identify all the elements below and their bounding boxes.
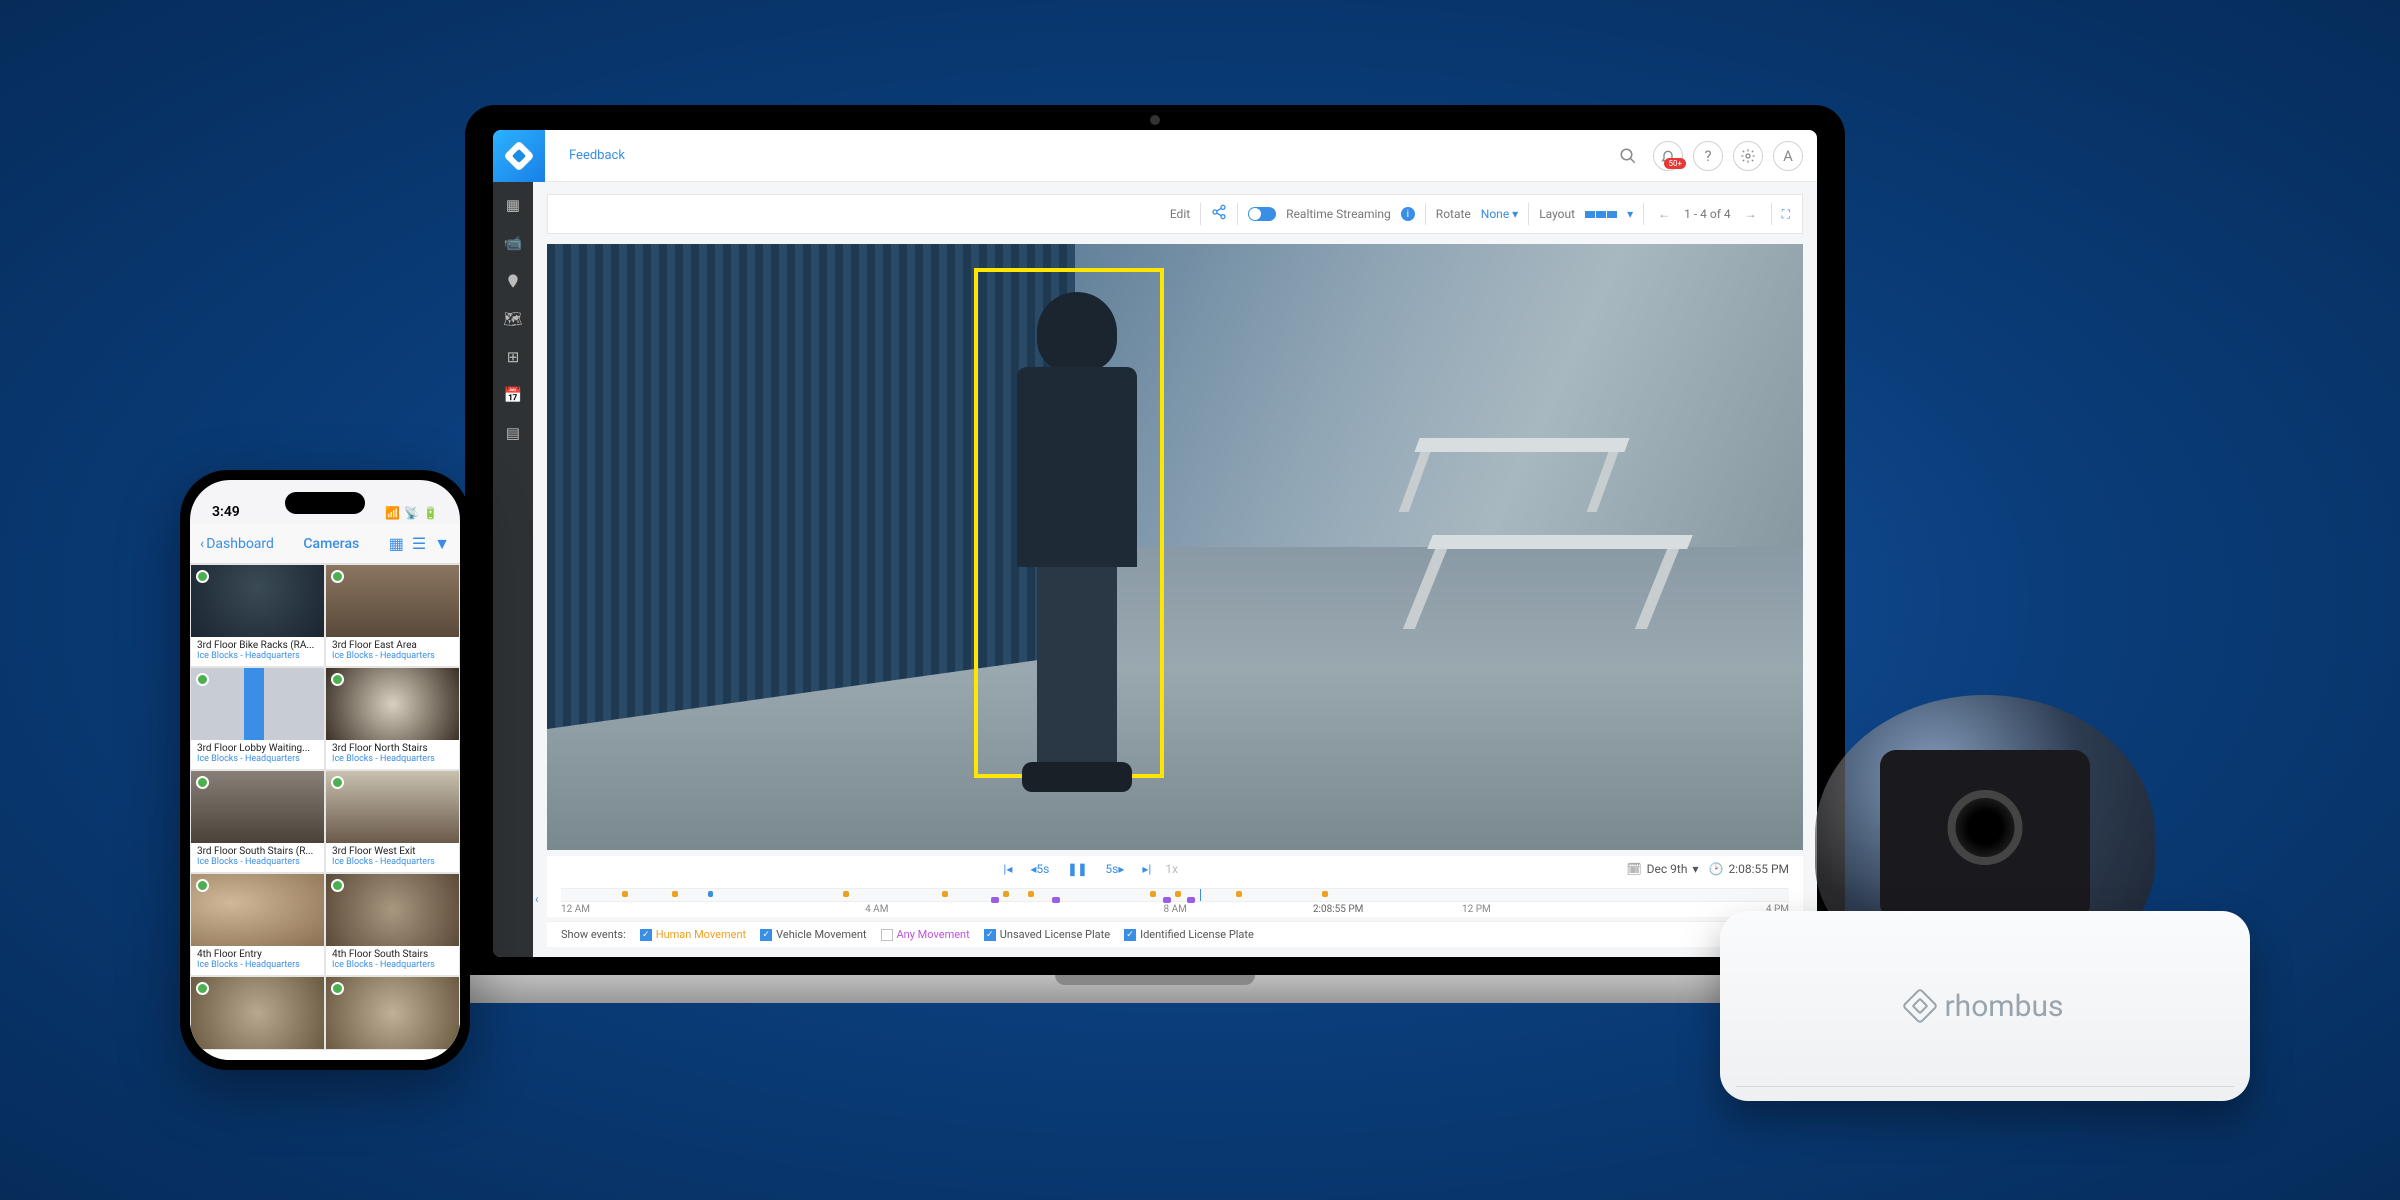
skip-start-icon[interactable]: |◂	[999, 862, 1016, 876]
layout-dropdown-icon[interactable]: ▾	[1627, 207, 1633, 221]
status-dot-online	[331, 879, 344, 892]
share-icon[interactable]	[1211, 204, 1227, 224]
camera-tile[interactable]: 3rd Floor South Stairs (R...Ice Blocks -…	[190, 770, 325, 873]
camera-base: rhombus	[1720, 911, 2250, 1101]
timeline[interactable]: ‹	[547, 882, 1803, 917]
notifications-icon[interactable]: 50+	[1653, 141, 1683, 171]
page-title: Cameras	[280, 536, 383, 552]
step-back-icon[interactable]: ◂5s	[1026, 862, 1053, 876]
laptop-mockup: Feedback 50+ ? A ▦ 📹	[465, 105, 1845, 1065]
detected-person	[999, 292, 1154, 772]
video-feed[interactable]	[547, 244, 1803, 850]
phone-navbar: ‹Dashboard Cameras ▦ ☰ ▼	[190, 524, 460, 564]
status-dot-online	[196, 879, 209, 892]
timeline-tick: 4 AM	[865, 904, 888, 915]
sidebar-item-calendar[interactable]: 📅	[493, 378, 533, 412]
playhead[interactable]	[1200, 889, 1201, 901]
status-dot-online	[331, 570, 344, 583]
wifi-icon: 📡	[404, 506, 419, 520]
rotate-label: Rotate	[1436, 207, 1471, 221]
status-dot-online	[331, 673, 344, 686]
camera-tile[interactable]: 3rd Floor Lobby Waiting...Ice Blocks - H…	[190, 667, 325, 770]
sidebar-item-cameras[interactable]: 📹	[493, 226, 533, 260]
status-dot-online	[331, 776, 344, 789]
camera-tile[interactable]: 3rd Floor North StairsIce Blocks - Headq…	[325, 667, 460, 770]
feedback-link[interactable]: Feedback	[569, 148, 625, 163]
camera-tile[interactable]	[190, 976, 325, 1050]
edit-button[interactable]: Edit	[1170, 207, 1190, 221]
realtime-label: Realtime Streaming	[1286, 207, 1391, 221]
filter-human-movement[interactable]: ✓Human Movement	[640, 928, 746, 941]
search-icon[interactable]	[1613, 141, 1643, 171]
skip-end-icon[interactable]: ▸|	[1138, 862, 1155, 876]
filter-icon[interactable]: ▼	[434, 534, 450, 554]
video-toolbar: Edit Realtime Streaming i Rotate None ▾	[547, 194, 1803, 234]
notification-badge: 50+	[1664, 158, 1686, 169]
brand-name: rhombus	[1945, 989, 2064, 1024]
sidebar-item-grid[interactable]: ⊞	[493, 340, 533, 374]
step-forward-icon[interactable]: 5s▸	[1101, 862, 1128, 876]
camera-grid[interactable]: 3rd Floor Bike Racks (RA...Ice Blocks - …	[190, 564, 460, 1060]
timeline-collapse-icon[interactable]: ‹	[535, 892, 539, 906]
sidebar-item-dashboard[interactable]: ▦	[493, 188, 533, 222]
brand-logo[interactable]	[493, 130, 545, 182]
help-icon[interactable]: ?	[1693, 141, 1723, 171]
filter-any-movement[interactable]: Any Movement	[881, 928, 970, 941]
page-prev-icon[interactable]: ←	[1654, 207, 1674, 221]
events-prefix: Show events:	[561, 928, 626, 941]
info-icon[interactable]: i	[1401, 207, 1415, 221]
product-camera: rhombus	[1720, 695, 2250, 1115]
filter-identified-plate[interactable]: ✓Identified License Plate	[1124, 928, 1254, 941]
timeline-tick: 12 AM	[561, 904, 590, 915]
avatar[interactable]: A	[1773, 141, 1803, 171]
playback-controls: |◂ ◂5s ❚❚ 5s▸ ▸| 1x 🗓Dec 9th ▾ 🕑2:08:55 …	[547, 856, 1803, 882]
status-dot-online	[196, 982, 209, 995]
playhead-time-label: 2:08:55 PM	[1313, 904, 1363, 915]
camera-tile[interactable]: 4th Floor South StairsIce Blocks - Headq…	[325, 873, 460, 976]
status-dot-online	[331, 982, 344, 995]
camera-tile[interactable]: 3rd Floor East AreaIce Blocks - Headquar…	[325, 564, 460, 667]
app-topbar: Feedback 50+ ? A	[493, 130, 1817, 182]
realtime-toggle[interactable]	[1248, 207, 1276, 221]
settings-icon[interactable]	[1733, 141, 1763, 171]
camera-tile[interactable]: 3rd Floor West ExitIce Blocks - Headquar…	[325, 770, 460, 873]
fullscreen-icon[interactable]: ⛶	[1782, 207, 1790, 222]
status-dot-online	[196, 673, 209, 686]
date-picker[interactable]: 🗓Dec 9th ▾	[1626, 862, 1698, 876]
sidebar-item-locations[interactable]	[493, 264, 533, 298]
status-time: 3:49	[212, 504, 240, 520]
camera-tile[interactable]: 4th Floor EntryIce Blocks - Headquarters	[190, 873, 325, 976]
grid-view-icon[interactable]: ▦	[389, 534, 404, 554]
status-dot-online	[196, 570, 209, 583]
timeline-tick: 8 AM	[1164, 904, 1187, 915]
camera-tile[interactable]: 3rd Floor Bike Racks (RA...Ice Blocks - …	[190, 564, 325, 667]
status-dot-online	[196, 776, 209, 789]
signal-icon: 📶	[385, 506, 400, 520]
page-next-icon[interactable]: →	[1741, 207, 1761, 221]
sidebar-item-maps[interactable]: 🗺	[493, 302, 533, 336]
phone-mockup: 3:49 📶 📡 🔋 ‹Dashboard Cameras ▦ ☰ ▼ 3rd …	[180, 470, 470, 1070]
list-view-icon[interactable]: ☰	[412, 534, 426, 554]
event-filters: Show events: ✓Human Movement ✓Vehicle Mo…	[547, 921, 1803, 947]
filter-vehicle-movement[interactable]: ✓Vehicle Movement	[760, 928, 866, 941]
layout-label: Layout	[1539, 207, 1575, 221]
battery-icon: 🔋	[423, 506, 438, 520]
playback-speed[interactable]: 1x	[1165, 862, 1178, 876]
filter-unsaved-plate[interactable]: ✓Unsaved License Plate	[984, 928, 1110, 941]
layout-selector[interactable]	[1585, 211, 1617, 218]
pause-button[interactable]: ❚❚	[1063, 862, 1091, 876]
timeline-tick: 12 PM	[1462, 904, 1491, 915]
rotate-dropdown[interactable]: None ▾	[1481, 207, 1518, 221]
sidebar-item-reports[interactable]: ▤	[493, 416, 533, 450]
pager-text: 1 - 4 of 4	[1684, 207, 1730, 221]
camera-tile[interactable]	[325, 976, 460, 1050]
back-button[interactable]: ‹Dashboard	[200, 536, 274, 552]
sidebar-nav: ▦ 📹 🗺 ⊞ 📅 ▤	[493, 182, 533, 957]
rhombus-logo-icon	[1901, 988, 1938, 1025]
